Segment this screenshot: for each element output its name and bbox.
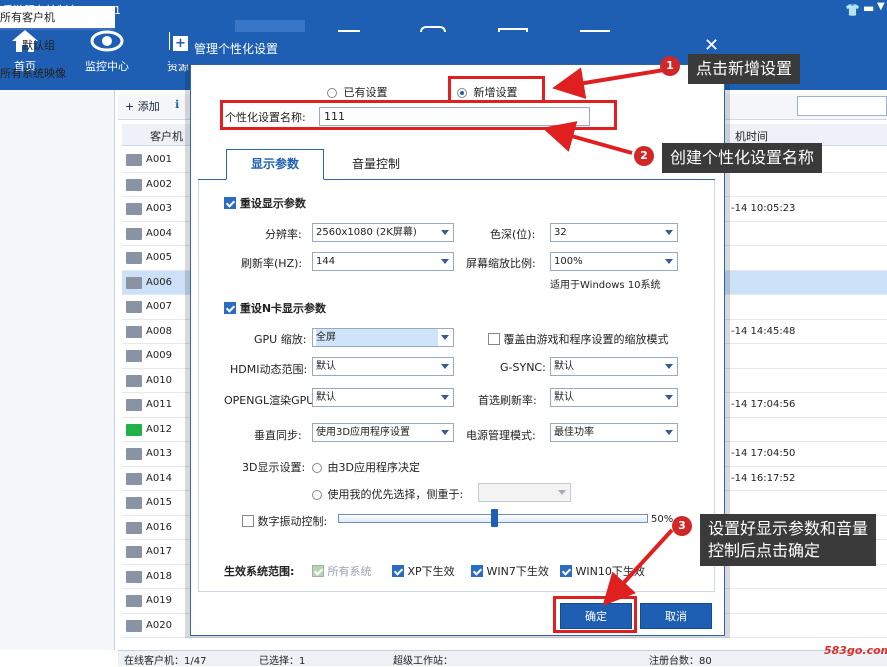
step3-callout-line1: 设置好显示参数和音量	[708, 519, 869, 538]
step1-callout: 点击新增设置	[688, 54, 801, 84]
step2-callout: 创建个性化设置名称	[662, 143, 823, 173]
step2-badge: 2	[634, 146, 654, 166]
step1-badge: 1	[660, 56, 680, 76]
watermark: 583go.com	[824, 644, 887, 657]
arrow-step3	[602, 528, 674, 606]
annotation-arrows	[542, 67, 674, 606]
arrow-step1	[552, 67, 665, 99]
step3-callout: 设置好显示参数和音量 控制后点击确定	[700, 514, 877, 566]
step3-badge: 3	[672, 516, 692, 536]
step3-callout-line2: 控制后点击确定	[708, 541, 821, 560]
arrow-step2	[542, 121, 633, 155]
